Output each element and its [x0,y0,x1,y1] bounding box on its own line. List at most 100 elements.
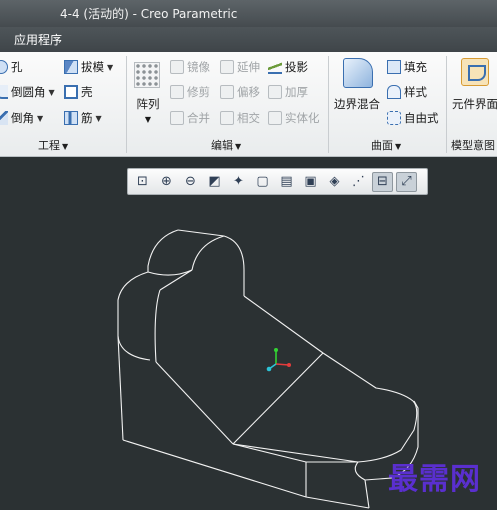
chevron-down-icon[interactable]: ▼ [145,115,151,124]
merge-icon [170,111,184,125]
zoom-fit-icon[interactable]: ⊡ [132,172,153,192]
draft-icon [64,60,78,74]
chevron-down-icon: ▼ [62,142,69,151]
project-label: 投影 [285,60,308,74]
group-surfaces-label[interactable]: 曲面 ▼ [371,137,401,153]
solidify-button[interactable]: 实体化 [268,109,320,127]
group-surfaces-text: 曲面 [371,139,393,152]
shell-label: 壳 [81,85,93,99]
offset-label: 偏移 [237,85,260,99]
annotation-icon[interactable]: ⋰ [348,172,369,192]
boundary-blend-button[interactable]: 边界混合 [332,96,382,112]
chevron-down-icon[interactable]: ▼ [49,88,55,97]
component-interface-label: 元件界面 [452,97,497,111]
spin-center-icon[interactable]: ✦ [228,172,249,192]
mirror-label: 镜像 [187,60,210,74]
chevron-down-icon[interactable]: ▼ [107,63,113,72]
thicken-button[interactable]: 加厚 [268,83,308,101]
chevron-down-icon: ▼ [235,142,242,151]
title-bar: 4-4 (活动的) - Creo Parametric [0,0,497,27]
hole-button[interactable]: 孔 [0,58,23,76]
hidden-line-icon[interactable]: ⤢ [396,171,417,192]
merge-label: 合并 [187,111,210,125]
ribbon-divider [328,56,329,153]
hole-label: 孔 [11,60,23,74]
project-icon [268,60,282,74]
pattern-icon[interactable] [134,62,160,88]
pattern-button[interactable]: 阵列 ▼ [134,96,162,125]
rib-label: 筋 [81,111,93,125]
group-model-intent-label[interactable]: 模型意图 [451,137,495,153]
display-style-icon[interactable]: ▣ [300,172,321,192]
freestyle-icon [387,111,401,125]
group-model-intent-text: 模型意图 [451,139,495,152]
component-interface-icon[interactable] [461,58,489,86]
solidify-label: 实体化 [285,111,320,125]
trim-label: 修剪 [187,85,210,99]
thicken-icon [268,85,282,99]
saved-views-icon[interactable]: ▤ [276,172,297,192]
ribbon: 孔 倒圆角 ▼ 倒角 ▼ 拔模 ▼ 壳 筋 ▼ 工程▼ 阵列 ▼ 镜像 延伸 [0,52,497,157]
chamfer-button[interactable]: 倒角 ▼ [0,109,43,127]
group-engineering-label[interactable]: 工程 ▼ [38,137,68,153]
extend-label: 延伸 [237,60,260,74]
freestyle-button[interactable]: 自由式 [387,109,439,127]
rib-button[interactable]: 筋 ▼ [64,109,102,127]
group-editing-label[interactable]: 编辑 ▼ [211,137,241,153]
watermark: 最需网 [388,462,481,497]
view-cube-icon[interactable]: ▢ [252,172,273,192]
graphics-toolbar: ⊡ ⊕ ⊖ ◩ ✦ ▢ ▤ ▣ ◈ ⋰ ⊟ ⤢ [127,168,428,195]
solidify-icon [268,111,282,125]
offset-icon [220,85,234,99]
freestyle-label: 自由式 [404,111,439,125]
round-button[interactable]: 倒圆角 ▼ [0,83,55,101]
boundary-blend-label: 边界混合 [334,97,380,111]
round-label: 倒圆角 [11,85,46,99]
window-title: 4-4 (活动的) - Creo Parametric [60,7,238,21]
group-engineering-text: 工程 [38,139,60,152]
csys-toggle-icon[interactable]: ⊟ [372,171,393,192]
ribbon-divider [446,56,447,153]
mirror-icon [170,60,184,74]
mirror-button[interactable]: 镜像 [170,58,210,76]
boundary-blend-icon[interactable] [343,58,373,88]
extend-button[interactable]: 延伸 [220,58,260,76]
chamfer-label: 倒角 [11,111,34,125]
component-interface-button[interactable]: 元件界面 [452,96,497,112]
intersect-icon [220,111,234,125]
extend-icon [220,60,234,74]
project-button[interactable]: 投影 [268,58,308,76]
fill-button[interactable]: 填充 [387,58,427,76]
tab-applications[interactable]: 应用程序 [14,31,62,48]
chevron-down-icon: ▼ [395,142,402,151]
zoom-in-icon[interactable]: ⊕ [156,172,177,192]
trim-button[interactable]: 修剪 [170,83,210,101]
ribbon-divider [126,56,127,153]
style-icon [387,85,401,99]
chamfer-icon [0,111,8,125]
draft-button[interactable]: 拔模 ▼ [64,58,113,76]
draft-label: 拔模 [81,60,104,74]
rib-icon [64,111,78,125]
merge-button[interactable]: 合并 [170,109,210,127]
thicken-label: 加厚 [285,85,308,99]
group-editing-text: 编辑 [211,139,233,152]
style-button[interactable]: 样式 [387,83,427,101]
intersect-label: 相交 [237,111,260,125]
round-icon [0,85,8,99]
trim-icon [170,85,184,99]
repaint-icon[interactable]: ◩ [204,172,225,192]
fill-label: 填充 [404,60,427,74]
offset-button[interactable]: 偏移 [220,83,260,101]
intersect-button[interactable]: 相交 [220,109,260,127]
ribbon-tab-strip: 应用程序 [0,27,497,52]
chevron-down-icon[interactable]: ▼ [37,114,43,123]
pattern-label: 阵列 [136,97,160,111]
chevron-down-icon[interactable]: ▼ [96,114,102,123]
fill-icon [387,60,401,74]
shell-icon [64,85,78,99]
zoom-out-icon[interactable]: ⊖ [180,172,201,192]
style-label: 样式 [404,85,427,99]
datum-display-icon[interactable]: ◈ [324,172,345,192]
shell-button[interactable]: 壳 [64,83,93,101]
